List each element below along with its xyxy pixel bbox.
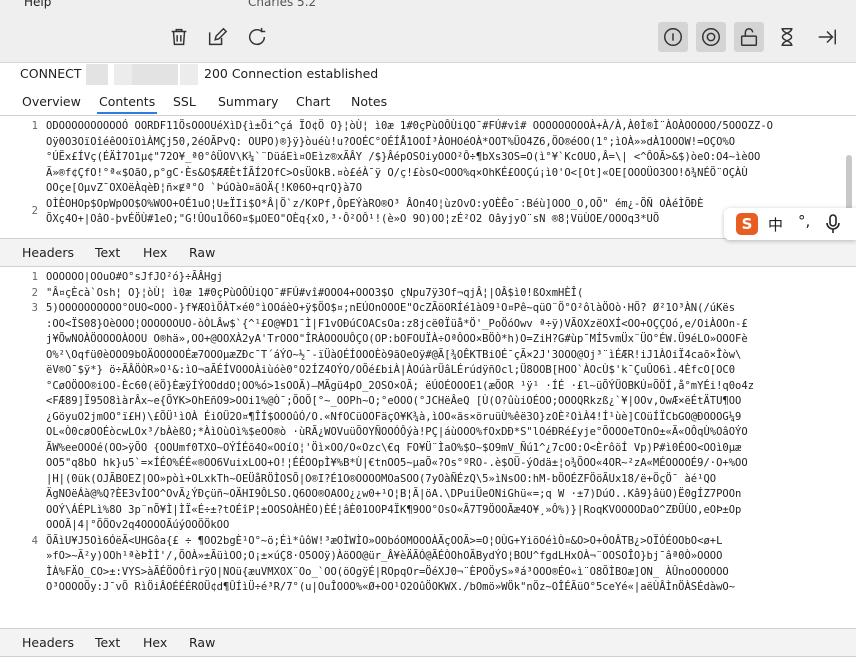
scrollbar-thumb[interactable]: [846, 155, 852, 215]
trash-icon: [171, 28, 187, 46]
text-line: »fO>~Ã²y)OOh¹ªèÞÌÌ'/,ÕOÀ»±ÃüìOO;O¡±×úÇ8·…: [46, 550, 723, 562]
text-line: ÕÃìU¥J5Oì6ÓëÃ<UHGôa{£ ÷ ¶OO2bgÈ¹O°~ö;Éì*…: [46, 534, 723, 547]
hourglass-icon: [781, 28, 793, 46]
text-line: ëV®O¯$ÿ*} ö÷ÃÂÖÒR»O¹&:ìO¬aÃÉÍVOOOÀiùóè0°…: [46, 364, 736, 376]
text-line: ODOOOOOOOOOOÓ OORDF11ÖsOOOUéXìD{ì±Öi^çá …: [46, 120, 773, 132]
execute-button[interactable]: [812, 22, 842, 52]
tab-raw[interactable]: Raw: [189, 635, 215, 650]
text-line: OL«Ò0cøOOÉòcwLOx³/bÀèßO;*ÀìOùOì%$eOO®ò ·…: [46, 426, 748, 438]
ime-toolbar[interactable]: S 中 °,: [724, 208, 856, 240]
tab-overview[interactable]: Overview: [20, 94, 83, 109]
microphone-icon[interactable]: [824, 214, 842, 234]
ssl-proxy-button[interactable]: [734, 22, 764, 52]
line-number: 1: [31, 271, 38, 283]
info-icon: [664, 28, 682, 46]
text-line: OOOÃ|4|°ÕÖOv2q4OOOOÃúýOOÖÖkOO: [46, 519, 230, 531]
tab-headers[interactable]: Headers: [22, 635, 74, 650]
lock-icon: [740, 28, 758, 46]
request-method: CONNECT: [20, 66, 82, 81]
ime-logo-icon[interactable]: S: [736, 213, 758, 235]
tab-hex[interactable]: Hex: [143, 245, 167, 260]
refresh-icon: [249, 27, 266, 46]
tab-summary[interactable]: Summary: [216, 94, 280, 109]
text-line: °CøOÖOO®iOO-Èc60(ëÖ}ÈæÿÍÝOOddO¦OO%ó>1sOO…: [46, 379, 755, 392]
text-line: :OO<ÏS08}OèOOO¦OOOOOOUO-òÒLÂw$`{^¹£O@¥D1…: [46, 317, 748, 330]
response-view-tabs: Headers Text Hex Raw: [0, 628, 856, 657]
line-number: 3: [31, 302, 38, 314]
text-line: ¿GöyuO2jmOO°ï£H)\£ÕÜ¹ìOÀ ÉiOÜ2O¤¶ÎÍ$OOOû…: [46, 410, 742, 423]
request-summary: CONNECT 200 Connection established: [0, 63, 856, 88]
request-view-tabs: Headers Text Hex Raw: [0, 238, 856, 267]
text-line: °ÚËx£ÍVç(ÉÄÌ7O1µ¢"72O¥_ª0°ôÜOV\K¼`¨DüáEì…: [46, 151, 761, 163]
text-line: 5)OOOOOOOOOO°OUO<OOO-}f¥ÆOìÖÀT×é0°ìOOáèO…: [46, 302, 736, 314]
tab-hex[interactable]: Hex: [143, 635, 167, 650]
tab-ssl[interactable]: SSL: [171, 94, 198, 109]
text-line: |H|(0ük(OJÃBOEZ|OO»pòì+OLxkTh~OEÜåRÖÌOSÕ…: [46, 472, 717, 485]
info-button[interactable]: [658, 22, 688, 52]
line-number: 1: [31, 120, 38, 132]
text-line: OOOOOO|OOuO#O°sJfJO²ó}÷ÃÂHgj: [46, 271, 224, 283]
response-body[interactable]: 1 2 3 4 OOOOOO|OOuO#O°sJfJO²ó}÷ÃÂHgj "Â¤çÈcà…: [0, 270, 856, 628]
redacted-host: [114, 64, 132, 85]
arrow-right-bar-icon: [818, 29, 836, 45]
line-number: 4: [31, 534, 38, 547]
text-line: OOçe[OµvZ¯OXOëÀqèÐ¦ñ×Ɇª°O `ÞúOàO¤äOÄ{!K0…: [46, 182, 363, 194]
text-line: OOÝ\ÁÉPLì%8O 3p¨nÕ¥Ì|ÌÏ«É÷±?tOÉîP¦±OOSOÀ…: [46, 503, 742, 516]
redacted-host: [132, 64, 178, 85]
detail-tabs: Overview Contents SSL Summary Chart Note…: [0, 88, 856, 116]
toolbar: [0, 12, 856, 63]
record-button[interactable]: [696, 22, 726, 52]
tab-text[interactable]: Text: [95, 635, 120, 650]
menu-help[interactable]: Help: [24, 0, 51, 9]
tab-contents[interactable]: Contents: [97, 94, 158, 114]
response-text: OOOOOO|OOuO#O°sJfJO²ó}÷ÃÂHgj "Â¤çÈcà`Osh¦…: [46, 270, 854, 596]
window-title: Charles 5.2: [248, 0, 317, 9]
response-status: 200 Connection established: [204, 66, 379, 81]
tab-raw[interactable]: Raw: [189, 245, 215, 260]
edit-button[interactable]: [202, 22, 232, 52]
line-number: 2: [31, 205, 38, 217]
text-line: j¥ÕwNOÀÖOOOOÀOOU O®hä»,OO+@OOXÀ2yA'TrOOO…: [46, 333, 748, 345]
edit-icon: [208, 27, 228, 46]
ime-mode-toggle[interactable]: 中: [768, 214, 783, 235]
throttle-button[interactable]: [772, 22, 802, 52]
tab-headers[interactable]: Headers: [22, 245, 74, 260]
text-line: O³OOOOÕy:J¯vÕ RìÖiÂOÉÉÉROÜ¢d¶ÛÍìÜ÷é³R/7°…: [46, 581, 736, 593]
text-line: Ã»®f¢ÇfO!°ª«$OãO,p°gC·Ès&O$ÆÆÈtÍÃÍ2OfC>O…: [46, 166, 748, 179]
record-icon: [702, 28, 720, 46]
trash-button[interactable]: [164, 22, 194, 52]
tab-text[interactable]: Text: [95, 245, 120, 260]
text-line: OO5"q8bO hk}u5`=×ÍÉO%ÉÉ«®OO6VuixLOO+O!¦É…: [46, 457, 748, 469]
text-line: O%²\Oqfü0èOOO9bOÄOOOOOÉæ7OOOµæZÐc¯T´áÝO~…: [46, 348, 742, 361]
redacted-host: [180, 64, 198, 85]
text-line: "Â¤çÈcà`Osh¦ O}¦òÙ¦ ì0æ 1#0çPùOÔÙiQO¯#FÚ…: [46, 286, 584, 299]
text-line: ÄgNOëÁà@%Q?ÈE3vÌOO^OvÃ¿ÝÐçüñ~OÄHI9ÔLSO.Q…: [46, 488, 742, 500]
line-number: 2: [31, 286, 38, 299]
menu-bar: Help Charles 5.2: [0, 0, 856, 12]
text-line: Oÿ0O3OïOîéêOOïOìÀMÇj50,2éOÃPvQ: OUPO)®}ÿ…: [46, 135, 736, 148]
tab-notes[interactable]: Notes: [349, 94, 389, 109]
tab-chart[interactable]: Chart: [294, 94, 332, 109]
redacted-host: [86, 64, 108, 85]
text-line: ÌÀ%FÄO_CO>±:VYS>àÃÉÖOÔfìrÿO|NOü{æuVMXOX¨…: [46, 565, 729, 578]
refresh-button[interactable]: [242, 22, 272, 52]
ime-punctuation-toggle[interactable]: °,: [798, 212, 810, 230]
text-line: ÃW%eeOOOé(OO>ÿÕO {OOUmf0TXO~OÝÍÉõ4O«OOíO…: [46, 441, 742, 454]
text-line: <FÆ89]Ï95O8ìàrÂx~e{ÕYK>OhEñO9>OOi1%@Ò¯;Õ…: [46, 395, 742, 407]
